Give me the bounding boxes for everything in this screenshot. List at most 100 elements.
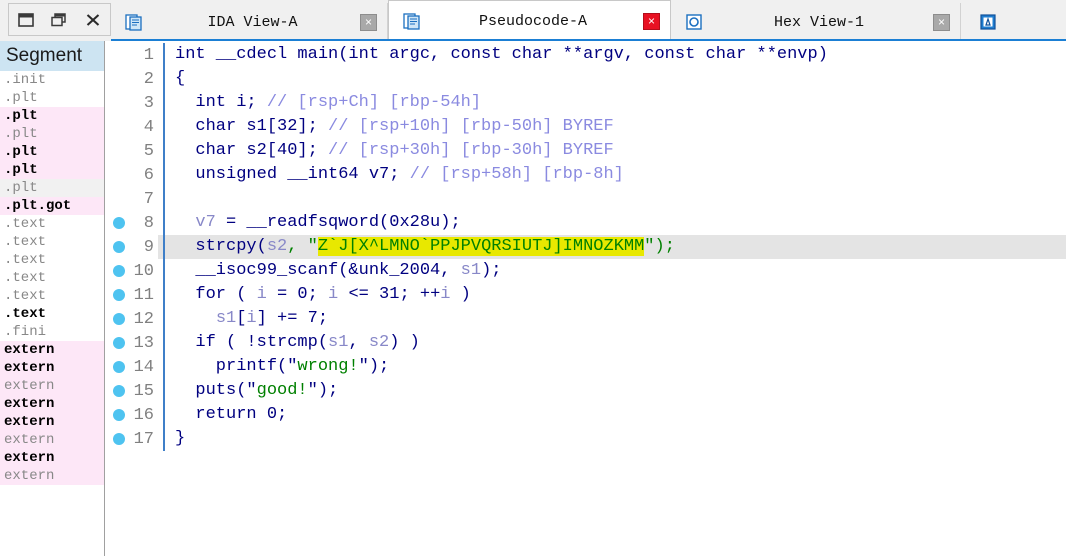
line-number: 2 bbox=[143, 69, 154, 89]
segment-row[interactable]: .plt bbox=[0, 89, 104, 107]
segment-row[interactable]: .text bbox=[0, 251, 104, 269]
highlighted-string: Z`J[X^LMNO`PPJPVQRSIUTJ]IMNOZKMM bbox=[317, 237, 645, 256]
code-line[interactable]: 10 __isoc99_scanf(&unk_2004, s1); bbox=[106, 259, 1066, 283]
code-line[interactable]: 3 int i; // [rsp+Ch] [rbp-54h] bbox=[106, 91, 1066, 115]
restore-button[interactable] bbox=[46, 7, 72, 33]
breakpoint-dot[interactable] bbox=[106, 337, 132, 349]
code-line[interactable]: 6 unsigned __int64 v7; // [rsp+58h] [rbp… bbox=[106, 163, 1066, 187]
segment-row[interactable]: extern bbox=[0, 413, 104, 431]
code-line[interactable]: 2 { bbox=[106, 67, 1066, 91]
gutter-divider bbox=[158, 43, 169, 67]
minimize-restore-button[interactable] bbox=[13, 7, 39, 33]
breakpoint-dot[interactable] bbox=[106, 361, 132, 373]
code-token: { bbox=[175, 69, 186, 88]
segment-row[interactable]: extern bbox=[0, 341, 104, 359]
code-comment: // [rsp+10h] [rbp-50h] BYREF bbox=[328, 117, 614, 136]
code-line[interactable]: 11 for ( i = 0; i <= 31; ++i ) bbox=[106, 283, 1066, 307]
gutter-divider bbox=[158, 91, 169, 115]
window-controls bbox=[8, 3, 111, 36]
code-text: { bbox=[169, 67, 1066, 91]
tab-label: IDA View-A bbox=[207, 13, 298, 31]
segment-row[interactable]: .text bbox=[0, 305, 104, 323]
code-comment: // [rsp+30h] [rbp-30h] BYREF bbox=[328, 141, 614, 160]
code-variable: v7 bbox=[195, 213, 216, 232]
breakpoint-dot[interactable] bbox=[106, 289, 132, 301]
segment-header: Segment bbox=[0, 41, 104, 71]
line-number: 9 bbox=[143, 237, 154, 257]
segment-row[interactable]: extern bbox=[0, 395, 104, 413]
tab-close-icon[interactable]: × bbox=[360, 13, 377, 31]
breakpoint-dot[interactable] bbox=[106, 433, 132, 445]
tab-close-icon[interactable]: × bbox=[643, 12, 660, 30]
segment-row[interactable]: .plt bbox=[0, 107, 104, 125]
code-line[interactable]: 7 bbox=[106, 187, 1066, 211]
tab-hex-view-1[interactable]: Hex View-1 × bbox=[671, 3, 961, 41]
code-line[interactable]: 17 } bbox=[106, 427, 1066, 451]
code-text: s1[i] += 7; bbox=[169, 307, 1066, 331]
segment-row[interactable]: extern bbox=[0, 467, 104, 485]
code-token: , " bbox=[287, 237, 318, 256]
code-text: v7 = __readfsqword(0x28u); bbox=[169, 211, 1066, 235]
segment-row[interactable]: .plt bbox=[0, 179, 104, 197]
breakpoint-dot[interactable] bbox=[106, 241, 132, 253]
code-variable: s2 bbox=[266, 237, 288, 256]
tab-ida-view-a[interactable]: IDA View-A × bbox=[111, 3, 388, 41]
top-bar: IDA View-A × Pseudocode-A × Hex View-1 × bbox=[0, 0, 1066, 41]
code-text: if ( !strcmp(s1, s2) ) bbox=[169, 331, 1066, 355]
code-line[interactable]: 12 s1[i] += 7; bbox=[106, 307, 1066, 331]
close-button[interactable] bbox=[80, 7, 106, 33]
code-token: for ( bbox=[175, 285, 257, 304]
tab-structures[interactable] bbox=[961, 3, 1015, 41]
segment-row[interactable]: .plt.got bbox=[0, 197, 104, 215]
code-line[interactable]: 8 v7 = __readfsqword(0x28u); bbox=[106, 211, 1066, 235]
breakpoint-dot[interactable] bbox=[106, 409, 132, 421]
segment-row[interactable]: .plt bbox=[0, 161, 104, 179]
code-line[interactable]: 4 char s1[32]; // [rsp+10h] [rbp-50h] BY… bbox=[106, 115, 1066, 139]
segment-list[interactable]: .init .plt .plt .plt .plt .plt .plt .plt.got .te… bbox=[0, 71, 104, 485]
line-number: 16 bbox=[133, 405, 154, 425]
code-text: strcpy(s2, "Z`J[X^LMNO`PPJPVQRSIUTJ]IMNO… bbox=[169, 235, 1066, 259]
ida-pro-window: IDA View-A × Pseudocode-A × Hex View-1 ×… bbox=[0, 0, 1066, 556]
code-line[interactable]: 13 if ( !strcmp(s1, s2) ) bbox=[106, 331, 1066, 355]
breakpoint-dot[interactable] bbox=[106, 313, 132, 325]
segment-row[interactable]: .text bbox=[0, 233, 104, 251]
code-line[interactable]: 5 char s2[40]; // [rsp+30h] [rbp-30h] BY… bbox=[106, 139, 1066, 163]
code-line[interactable]: 16 return 0; bbox=[106, 403, 1066, 427]
tab-close-icon[interactable]: × bbox=[933, 13, 950, 31]
gutter-divider bbox=[158, 355, 169, 379]
breakpoint-dot[interactable] bbox=[106, 265, 132, 277]
code-line-selected[interactable]: 9 strcpy(s2, "Z`J[X^LMNO`PPJPVQRSIUTJ]IM… bbox=[106, 235, 1066, 259]
line-number: 5 bbox=[143, 141, 154, 161]
segment-row[interactable]: .plt bbox=[0, 125, 104, 143]
code-line[interactable]: 15 puts("good!"); bbox=[106, 379, 1066, 403]
close-icon bbox=[84, 12, 102, 28]
tab-pseudocode-a[interactable]: Pseudocode-A × bbox=[388, 0, 671, 41]
segment-row[interactable]: .init bbox=[0, 71, 104, 89]
tab-label: Pseudocode-A bbox=[478, 12, 588, 30]
restore-icon bbox=[50, 12, 68, 28]
gutter-divider bbox=[158, 259, 169, 283]
segment-row[interactable]: .plt bbox=[0, 143, 104, 161]
segment-row[interactable]: extern bbox=[0, 431, 104, 449]
segment-row[interactable]: .text bbox=[0, 215, 104, 233]
code-variable: i bbox=[440, 285, 451, 304]
segment-row[interactable]: .text bbox=[0, 269, 104, 287]
segment-row[interactable]: extern bbox=[0, 377, 104, 395]
code-text: puts("good!"); bbox=[169, 379, 1066, 403]
breakpoint-dot[interactable] bbox=[106, 385, 132, 397]
pseudocode-pane[interactable]: 1 int __cdecl main(int argc, const char … bbox=[106, 41, 1066, 556]
segment-row[interactable]: .text bbox=[0, 287, 104, 305]
breakpoint-dot[interactable] bbox=[106, 217, 132, 229]
code-token: char s2[40]; bbox=[175, 141, 329, 160]
code-lines: 1 int __cdecl main(int argc, const char … bbox=[106, 41, 1066, 451]
code-line[interactable]: 1 int __cdecl main(int argc, const char … bbox=[106, 43, 1066, 67]
code-variable: i bbox=[246, 309, 257, 328]
gutter-divider bbox=[158, 163, 169, 187]
code-line[interactable]: 14 printf("wrong!"); bbox=[106, 355, 1066, 379]
segment-row[interactable]: extern bbox=[0, 449, 104, 467]
line-number: 13 bbox=[133, 333, 154, 353]
segment-row[interactable]: .fini bbox=[0, 323, 104, 341]
segment-row[interactable]: extern bbox=[0, 359, 104, 377]
gutter-divider bbox=[158, 307, 169, 331]
